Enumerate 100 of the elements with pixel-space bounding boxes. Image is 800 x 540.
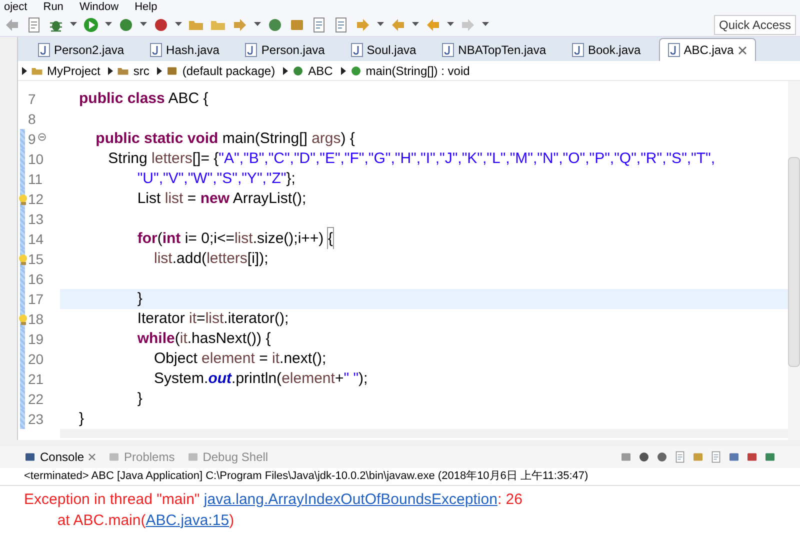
code-text: .add( <box>172 248 207 269</box>
variable-name: list <box>164 188 184 209</box>
code-text: ABC { <box>167 88 208 109</box>
variable-name: it <box>272 348 280 369</box>
dropdown-caret-icon[interactable] <box>140 22 147 27</box>
dropdown-caret-icon[interactable] <box>105 22 112 27</box>
quick-access-field[interactable]: Quick Access <box>714 14 796 34</box>
line-number: 7 <box>28 90 36 108</box>
tab-label: NBATopTen.java <box>458 42 546 59</box>
doc-icon[interactable] <box>311 16 327 32</box>
matched-bracket: { <box>328 228 333 250</box>
warning-lightbulb-icon[interactable] <box>18 254 28 264</box>
menu-item[interactable]: Help <box>134 0 158 12</box>
warning-lightbulb-icon[interactable] <box>18 314 28 324</box>
method-icon[interactable] <box>350 64 362 76</box>
back-icon[interactable] <box>425 16 441 32</box>
code-text: .hasNext()) { <box>187 328 271 349</box>
editor-tab[interactable]: Person.java <box>237 39 341 61</box>
clear-console-icon[interactable] <box>674 451 686 463</box>
variable-name: it <box>180 328 188 349</box>
code-text: = <box>196 308 206 329</box>
variable-name: it <box>189 308 197 329</box>
keyword: while <box>136 328 175 349</box>
chevron-icon[interactable] <box>157 66 162 74</box>
field-name: out <box>208 368 232 389</box>
code-text: Iterator <box>136 308 186 329</box>
java-file-icon <box>38 43 50 57</box>
collapse-icon[interactable] <box>38 133 46 141</box>
stack-trace-link[interactable]: java.lang.ArrayIndexOutOfBoundsException <box>204 490 498 509</box>
line-number: 17 <box>28 290 44 308</box>
breadcrumb-item[interactable]: (default package) <box>182 62 276 80</box>
code-text: = <box>258 348 269 369</box>
close-icon[interactable] <box>738 46 747 54</box>
java-file-icon <box>668 43 680 57</box>
word-wrap-icon[interactable] <box>710 451 722 463</box>
line-number: 22 <box>28 390 44 408</box>
breadcrumb-item[interactable]: ABC <box>308 62 333 80</box>
error-text: at ABC.main( <box>56 511 146 530</box>
editor-tab[interactable]: Soul.java <box>342 39 432 61</box>
dropdown-caret-icon[interactable] <box>412 22 419 27</box>
editor-tab[interactable]: Hash.java <box>142 39 236 61</box>
tab-label: Person2.java <box>54 42 124 59</box>
class-icon[interactable] <box>292 64 304 76</box>
dropdown-caret-icon[interactable] <box>175 22 182 27</box>
variable-name: letters <box>206 248 248 269</box>
line-number: 20 <box>28 350 44 368</box>
dropdown-caret-icon[interactable] <box>377 22 384 27</box>
vertical-scrollbar[interactable] <box>788 81 800 440</box>
run-icon[interactable] <box>83 16 99 32</box>
line-number: 14 <box>28 230 44 248</box>
chevron-icon[interactable] <box>340 66 346 74</box>
tab-label: ABC.java <box>684 42 734 59</box>
line-number: 23 <box>28 410 44 428</box>
breadcrumb-item[interactable]: main(String[]) : void <box>366 62 470 80</box>
chevron-icon[interactable] <box>283 66 288 74</box>
console-icon[interactable] <box>24 451 36 463</box>
view-tab[interactable]: Console <box>24 448 96 466</box>
java-file-icon <box>245 43 258 57</box>
code-text: .println( <box>232 368 282 389</box>
code-text: [i]); <box>247 248 268 269</box>
variable-name: list <box>153 248 172 269</box>
dropdown-caret-icon[interactable] <box>254 22 261 27</box>
package-icon[interactable] <box>166 64 178 76</box>
code-text: .size();i++) <box>252 228 325 249</box>
java-file-icon <box>150 43 162 57</box>
editor-tab[interactable]: ABC.java <box>658 38 756 61</box>
menu-item[interactable]: oject <box>4 0 28 12</box>
list-icon[interactable] <box>333 16 349 32</box>
chevron-icon[interactable] <box>22 66 27 74</box>
breadcrumb-item[interactable]: src <box>133 62 150 80</box>
scrollbar-thumb[interactable] <box>788 157 800 367</box>
annotation-next-icon[interactable] <box>355 16 371 32</box>
stack-trace-link[interactable]: ABC.java:15 <box>146 511 230 530</box>
menu-item[interactable]: Window <box>79 0 119 12</box>
dropdown-caret-icon[interactable] <box>70 22 77 27</box>
editor-tab[interactable]: Person2.java <box>30 39 140 61</box>
code-text: i= 0;i<= <box>184 228 234 249</box>
console-status: <terminated> ABC [Java Application] C:\Program Files\Java\jdk-10.0.2\bin\javaw.exe (2018年10月6日 上午11:35:47) <box>0 468 800 486</box>
keyword: new <box>200 188 230 209</box>
line-number: 9 <box>28 130 36 148</box>
editor-tab[interactable]: Book.java <box>564 39 657 61</box>
code-text: ); <box>358 368 368 389</box>
editor-tab[interactable]: NBATopTen.java <box>434 39 562 61</box>
code-text: ( <box>174 328 180 349</box>
line-number: 15 <box>28 250 44 268</box>
annotation-prev-icon[interactable] <box>390 16 406 32</box>
line-number: 13 <box>28 210 44 228</box>
tab-label: Console <box>40 449 84 466</box>
close-icon[interactable] <box>88 453 96 461</box>
keyword: int <box>162 228 181 249</box>
breadcrumb-item[interactable]: MyProject <box>47 62 100 80</box>
error-text: : 26 <box>497 490 522 509</box>
menu-item[interactable]: Run <box>43 0 64 12</box>
dropdown-caret-icon[interactable] <box>482 22 489 27</box>
line-number: 21 <box>28 370 44 388</box>
stop-icon[interactable] <box>620 451 632 463</box>
chevron-icon[interactable] <box>108 66 114 74</box>
dropdown-caret-icon[interactable] <box>447 22 454 27</box>
warning-lightbulb-icon[interactable] <box>18 194 28 204</box>
code-text: }; <box>286 168 296 189</box>
